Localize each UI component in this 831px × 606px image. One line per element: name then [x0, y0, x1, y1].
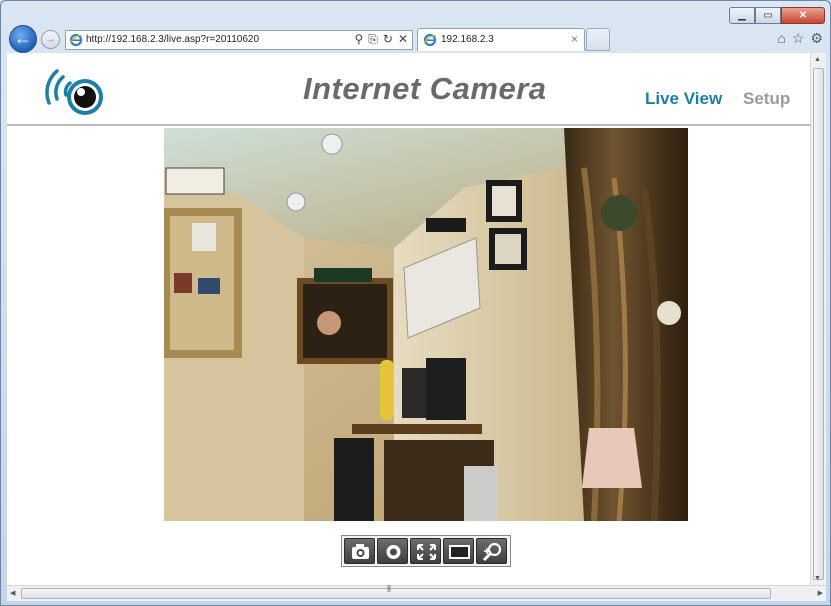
fit-icon: [417, 544, 436, 560]
window-controls: ▁ ▭ ✕: [729, 7, 825, 24]
scroll-grip-icon: ⦀: [387, 584, 391, 594]
zoom-icon: [482, 542, 502, 562]
close-window-button[interactable]: ✕: [781, 7, 825, 24]
camera-icon: [352, 544, 369, 559]
horizontal-scroll-thumb[interactable]: [21, 588, 771, 599]
zoom-button[interactable]: [476, 538, 507, 564]
fullscreen-icon: [449, 545, 470, 559]
tab-active[interactable]: 192.168.2.3 ×: [417, 28, 585, 51]
forward-button[interactable]: →: [41, 30, 60, 49]
close-tab-icon[interactable]: ×: [571, 32, 578, 46]
page-title: Internet Camera: [303, 71, 547, 106]
home-icon[interactable]: ⌂: [777, 30, 785, 47]
maximize-button[interactable]: ▭: [755, 7, 781, 24]
tab-title: 192.168.2.3: [441, 34, 494, 45]
ie-icon: [423, 33, 437, 47]
browser-navbar: ← → http://192.168.2.3/live.asp?r=201106…: [7, 25, 827, 53]
nav-setup[interactable]: Setup: [743, 89, 790, 109]
address-tools: ⚲ ⎘ ↻ ✕: [354, 32, 408, 47]
live-video-image: [164, 128, 688, 521]
favorites-icon[interactable]: ☆: [792, 30, 805, 47]
compat-icon[interactable]: ⎘: [368, 32, 378, 47]
scroll-right-icon[interactable]: ▶: [818, 589, 823, 597]
back-button[interactable]: ←: [9, 25, 37, 53]
horizontal-scrollbar[interactable]: ◀ ⦀ ▶: [7, 584, 826, 601]
nav-live-view[interactable]: Live View: [645, 89, 722, 109]
live-video-feed[interactable]: [164, 128, 688, 521]
snapshot-button[interactable]: [344, 538, 375, 564]
record-button[interactable]: [377, 538, 408, 564]
page-header: Internet Camera Live View Setup: [7, 53, 810, 126]
browser-toolbar-icons: ⌂ ☆ ⚙: [777, 30, 823, 47]
scroll-down-icon[interactable]: ▼: [814, 575, 821, 582]
minimize-button[interactable]: ▁: [729, 7, 755, 24]
camera-logo-icon: [45, 69, 103, 115]
ie-icon: [69, 33, 83, 47]
gear-icon[interactable]: ⚙: [810, 30, 823, 47]
record-icon: [386, 545, 401, 559]
new-tab-button[interactable]: [586, 28, 610, 51]
refresh-icon[interactable]: ↻: [383, 32, 393, 47]
vertical-scroll-thumb[interactable]: [813, 68, 824, 580]
scroll-left-icon[interactable]: ◀: [10, 589, 15, 597]
video-control-bar: [341, 535, 511, 567]
stop-icon[interactable]: ✕: [398, 32, 408, 47]
vertical-scrollbar[interactable]: ▲ ▼: [810, 53, 826, 585]
scroll-up-icon[interactable]: ▲: [814, 56, 821, 63]
address-bar[interactable]: http://192.168.2.3/live.asp?r=20110620 ⚲…: [65, 30, 413, 50]
page-content: Internet Camera Live View Setup: [7, 53, 810, 585]
url-text: http://192.168.2.3/live.asp?r=20110620: [86, 34, 260, 45]
fullscreen-button[interactable]: [443, 538, 474, 564]
search-icon[interactable]: ⚲: [354, 32, 363, 47]
resize-button[interactable]: [410, 538, 441, 564]
